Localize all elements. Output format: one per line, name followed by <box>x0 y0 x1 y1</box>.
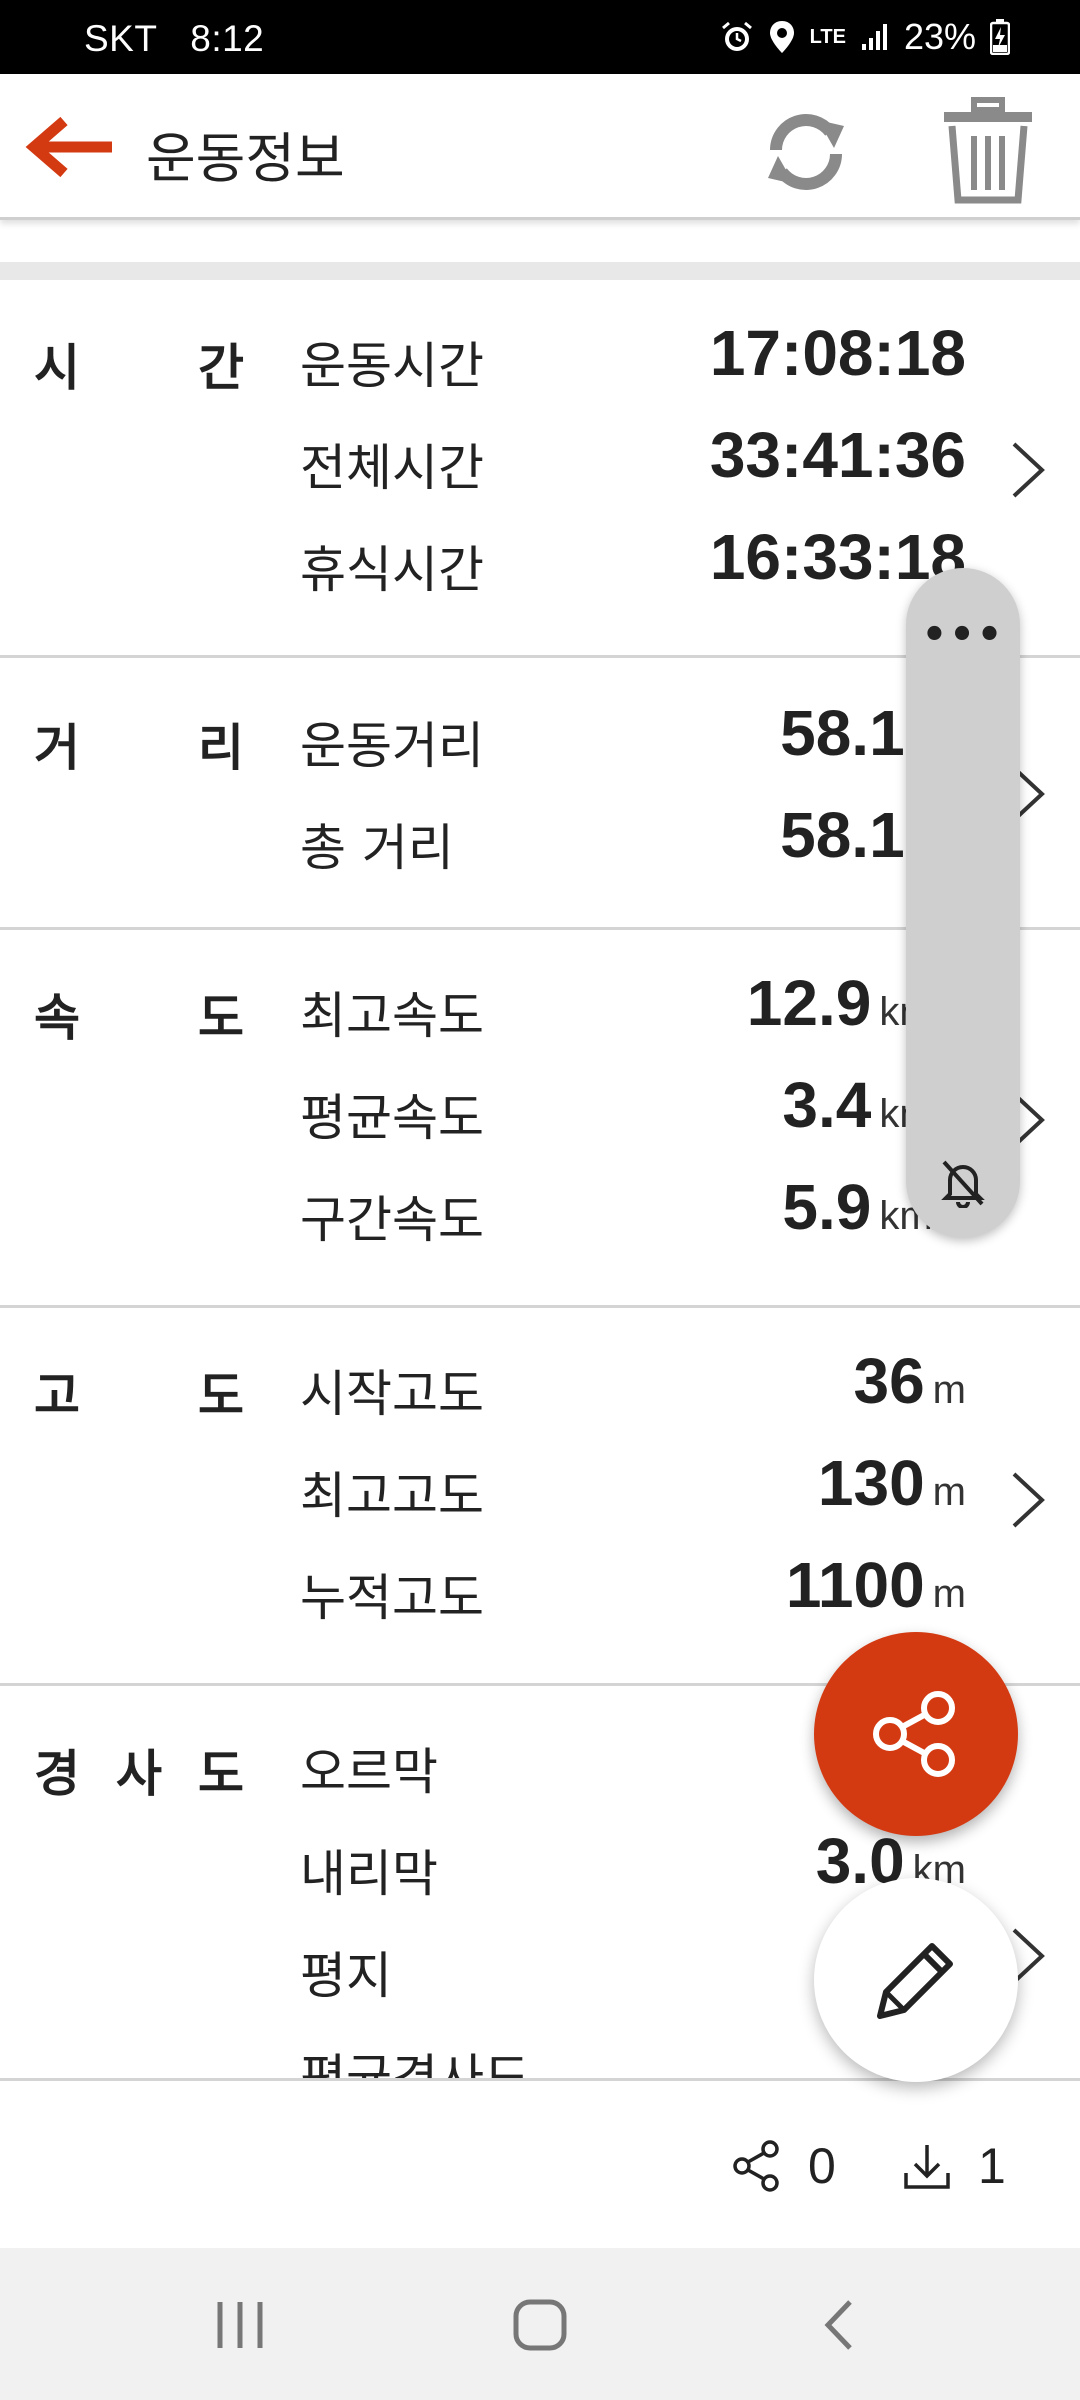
stat-label: 운동시간 <box>300 337 484 395</box>
stat-row: 시작고도 36 m <box>0 1336 1080 1436</box>
stat-label: 오르막 <box>300 1743 438 1801</box>
home-icon <box>513 2299 567 2351</box>
stat-value: 36 m <box>853 1345 966 1417</box>
app-bar: 운동정보 <box>0 74 1080 220</box>
status-icons: LTE 23% <box>720 14 1010 60</box>
notification-off-icon[interactable] <box>940 1158 986 1208</box>
delete-button[interactable] <box>938 96 1038 206</box>
recent-apps-button[interactable] <box>200 2290 280 2360</box>
download-icon <box>904 2145 950 2189</box>
clock-text: 8:12 <box>190 18 265 59</box>
location-icon <box>769 21 794 53</box>
share-count[interactable]: 0 <box>730 2137 836 2195</box>
signal-icon <box>861 24 887 50</box>
stat-label: 내리막 <box>300 1845 438 1903</box>
download-count[interactable]: 1 <box>900 2137 1006 2195</box>
pencil-icon <box>877 1943 953 2019</box>
stat-label: 전체시간 <box>300 439 484 497</box>
network-type: LTE <box>809 26 846 48</box>
stat-label: 최고속도 <box>300 987 484 1045</box>
stat-row: 전체시간 33:41:36 <box>0 410 1080 510</box>
refresh-button[interactable] <box>756 102 856 202</box>
download-count-value: 1 <box>978 2138 1006 2194</box>
back-button[interactable] <box>24 116 120 178</box>
more-options-icon[interactable]: ••• <box>906 612 1020 658</box>
chevron-left-icon <box>824 2300 852 2350</box>
chevron-right-icon <box>1012 1472 1045 1528</box>
stat-label: 구간속도 <box>300 1191 484 1249</box>
stat-label: 시작고도 <box>300 1365 484 1423</box>
battery-charging-icon <box>990 19 1010 55</box>
system-nav-bar <box>0 2248 1080 2400</box>
share-icon <box>733 2140 779 2192</box>
stat-value: 33:41:36 <box>709 419 966 491</box>
stat-row: 누적고도 1100 m <box>0 1540 1080 1640</box>
status-left: SKT 8:12 <box>84 18 286 60</box>
stat-row: 운동시간 17:08:18 <box>0 308 1080 408</box>
edit-fab-button[interactable] <box>814 1878 1018 2082</box>
section-altitude[interactable]: 고 도 시작고도 36 m 최고고도 130 m 누적고도 1100 m <box>0 1308 1080 1686</box>
stat-value: 17:08:18 <box>709 317 966 389</box>
stat-label: 평지 <box>300 1947 392 2005</box>
nav-back-button[interactable] <box>800 2290 880 2360</box>
recent-apps-icon <box>217 2302 263 2348</box>
share-fab-button[interactable] <box>814 1632 1018 1836</box>
status-bar: SKT 8:12 LTE 23% <box>0 0 1080 74</box>
stat-label: 평균속도 <box>300 1089 484 1147</box>
stat-value: 130 m <box>817 1447 966 1519</box>
page-title: 운동정보 <box>146 127 345 190</box>
chevron-right-icon <box>1012 442 1045 498</box>
share-icon <box>873 1691 955 1777</box>
stat-label: 최고고도 <box>300 1467 484 1525</box>
trash-icon <box>944 97 1032 204</box>
stat-label: 평균경사도 <box>300 2049 530 2078</box>
footer-bar: 0 1 <box>0 2078 1080 2248</box>
share-count-value: 0 <box>808 2138 836 2194</box>
home-button[interactable] <box>500 2290 580 2360</box>
stat-value: 1100 m <box>785 1549 966 1621</box>
refresh-icon <box>768 114 844 190</box>
stat-label: 총 거리 <box>300 819 454 877</box>
header-divider-band <box>0 262 1080 280</box>
stat-row: 최고고도 130 m <box>0 1438 1080 1538</box>
back-arrow-icon <box>25 116 112 178</box>
stat-label: 누적고도 <box>300 1569 484 1627</box>
alarm-icon <box>721 21 752 51</box>
stat-label: 운동거리 <box>300 717 484 775</box>
battery-percent: 23% <box>903 16 976 57</box>
stat-label: 휴식시간 <box>300 541 484 599</box>
floating-side-panel[interactable]: ••• <box>906 568 1020 1238</box>
carrier-text: SKT <box>84 18 158 59</box>
